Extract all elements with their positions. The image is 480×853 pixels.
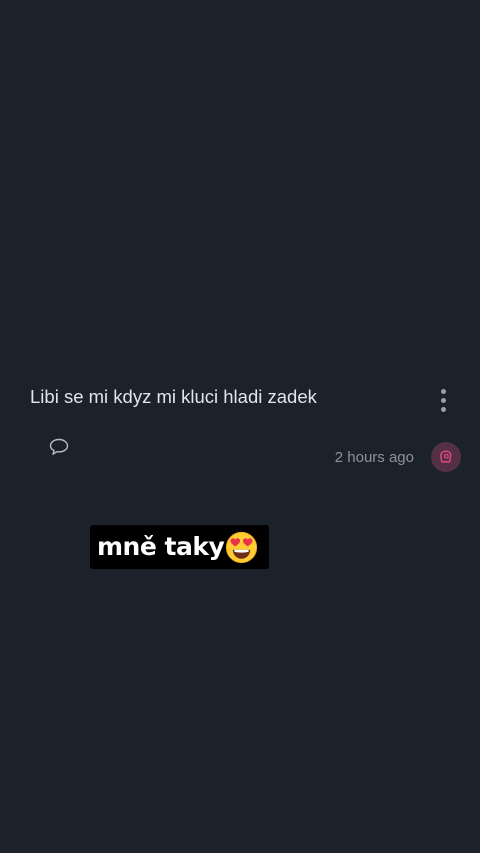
post-text: Libi se mi kdyz mi kluci hladi zadek bbox=[30, 386, 317, 407]
vertical-ellipsis-icon-dot bbox=[440, 406, 446, 412]
heart-eyes-emoji-icon bbox=[226, 531, 258, 563]
vertical-ellipsis-icon-dot bbox=[440, 397, 446, 403]
speech-bubble-icon bbox=[49, 438, 69, 455]
comment-button[interactable] bbox=[47, 436, 71, 458]
avatar[interactable] bbox=[431, 442, 461, 472]
sticker-text: mně taky bbox=[97, 532, 225, 561]
post-timestamp: 2 hours ago bbox=[334, 449, 414, 466]
vertical-ellipsis-icon bbox=[440, 388, 446, 394]
sticker: mně taky bbox=[90, 525, 269, 569]
pink-blob-avatar-icon bbox=[439, 450, 452, 464]
more-options-button[interactable] bbox=[432, 384, 454, 416]
